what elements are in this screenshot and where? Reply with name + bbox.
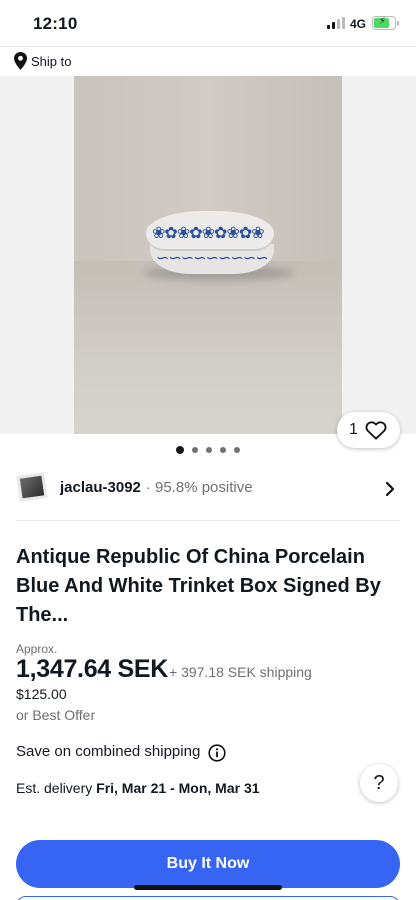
pagination-dot[interactable]: [220, 447, 226, 453]
location-pin-icon: [14, 52, 27, 70]
item-price: 1,347.64 SEK: [16, 655, 169, 683]
chevron-right-icon: [385, 481, 395, 497]
delivery-dates: Fri, Mar 21 - Mon, Mar 31: [96, 780, 260, 796]
seller-separator: ·: [146, 479, 151, 495]
delivery-estimate: Est. delivery Fri, Mar 21 - Mon, Mar 31: [16, 780, 260, 796]
pagination-dot[interactable]: [192, 447, 198, 453]
seller-name: jaclau-3092: [60, 479, 141, 496]
seller-row[interactable]: jaclau-3092 · 95.8% positive: [0, 466, 416, 512]
approx-label: Approx.: [16, 642, 58, 656]
trinket-box-lid: ❀✿❀✿❀✿❀✿❀: [146, 211, 274, 251]
pagination-dot[interactable]: [206, 447, 212, 453]
buy-it-now-button[interactable]: Buy It Now: [16, 840, 400, 888]
original-price: $125.00: [16, 686, 67, 702]
watch-count: 1: [349, 421, 358, 438]
seller-avatar: [16, 472, 48, 502]
seller-feedback: 95.8% positive: [155, 479, 253, 496]
status-bar: 12:10 4G ⚡: [0, 0, 416, 46]
battery-charging-icon: ⚡: [372, 16, 399, 30]
item-title: Antique Republic Of China Porcelain Blue…: [16, 546, 381, 626]
combined-shipping-row: Save on combined shipping: [16, 743, 226, 763]
ship-to-row[interactable]: Ship to: [0, 46, 416, 76]
best-offer-label: or Best Offer: [16, 707, 96, 723]
signal-icon: [327, 17, 345, 29]
status-time: 12:10: [33, 14, 78, 33]
info-icon[interactable]: [208, 744, 226, 762]
product-image[interactable]: ∽∽∽∽∽∽∽∽∽∽∽∽ ❀✿❀✿❀✿❀✿❀: [74, 76, 342, 434]
ship-to-label: Ship to: [31, 54, 72, 69]
help-button[interactable]: ?: [360, 764, 398, 802]
watch-button[interactable]: 1: [337, 412, 400, 448]
image-gallery[interactable]: ∽∽∽∽∽∽∽∽∽∽∽∽ ❀✿❀✿❀✿❀✿❀: [0, 76, 416, 434]
network-label: 4G: [350, 17, 367, 31]
shipping-cost: + 397.18 SEK shipping: [169, 664, 312, 680]
secondary-action-button[interactable]: [16, 896, 400, 900]
delivery-prefix: Est. delivery: [16, 780, 93, 796]
combined-shipping-label: Save on combined shipping: [16, 743, 201, 760]
home-indicator[interactable]: [134, 885, 282, 890]
pagination-dot[interactable]: [176, 446, 184, 454]
pagination-dot[interactable]: [234, 447, 240, 453]
image-pagination: [0, 446, 416, 458]
divider: [16, 520, 400, 521]
heart-icon: [365, 421, 387, 440]
